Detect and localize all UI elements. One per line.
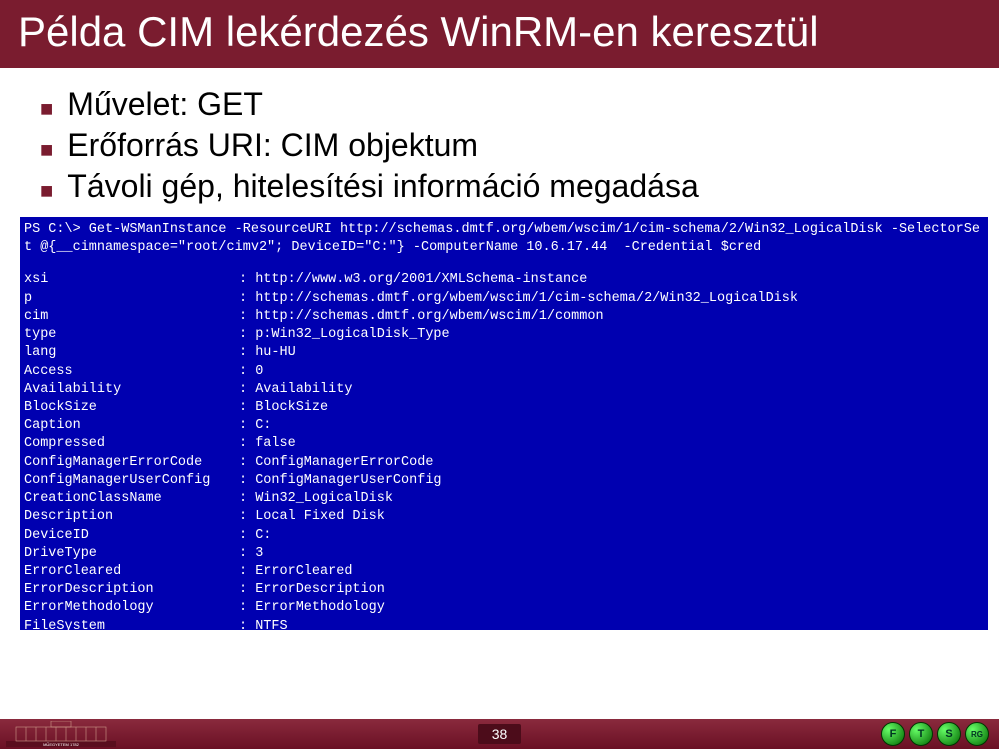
slide: Példa CIM lekérdezés WinRM-en keresztül … <box>0 0 999 749</box>
bullet-text: Távoli gép, hitelesítési információ mega… <box>67 168 698 205</box>
terminal-value: : http://schemas.dmtf.org/wbem/wscim/1/c… <box>239 308 604 326</box>
terminal-row: Access: 0 <box>24 363 984 381</box>
terminal-row: Availability: Availability <box>24 381 984 399</box>
page-number: 38 <box>478 724 522 744</box>
terminal-row: Description: Local Fixed Disk <box>24 508 984 526</box>
terminal-row: DeviceID: C: <box>24 527 984 545</box>
bullet-marker-icon: ■ <box>40 178 53 204</box>
terminal-key: ConfigManagerUserConfig <box>24 472 239 490</box>
bullet-item: ■ Távoli gép, hitelesítési információ me… <box>40 168 977 205</box>
terminal-value: : Win32_LogicalDisk <box>239 490 393 508</box>
footer-logo-t: T <box>909 722 933 746</box>
terminal-key: p <box>24 290 239 308</box>
terminal-row: cim: http://schemas.dmtf.org/wbem/wscim/… <box>24 308 984 326</box>
svg-text:MŰEGYETEM 1782: MŰEGYETEM 1782 <box>43 742 80 747</box>
terminal-key: Access <box>24 363 239 381</box>
terminal-value: : ErrorMethodology <box>239 599 385 617</box>
terminal-row: ConfigManagerErrorCode: ConfigManagerErr… <box>24 454 984 472</box>
bullet-item: ■ Művelet: GET <box>40 86 977 123</box>
terminal-key: DriveType <box>24 545 239 563</box>
bullet-marker-icon: ■ <box>40 137 53 163</box>
terminal-value: : 0 <box>239 363 263 381</box>
terminal-row: ErrorDescription: ErrorDescription <box>24 581 984 599</box>
terminal-key: ErrorCleared <box>24 563 239 581</box>
terminal-value: : ErrorCleared <box>239 563 352 581</box>
terminal-key: DeviceID <box>24 527 239 545</box>
terminal-row: lang: hu-HU <box>24 344 984 362</box>
terminal-key: Description <box>24 508 239 526</box>
terminal-key: cim <box>24 308 239 326</box>
terminal-value: : C: <box>239 417 271 435</box>
terminal-value: : ConfigManagerUserConfig <box>239 472 442 490</box>
terminal-value: : ConfigManagerErrorCode <box>239 454 433 472</box>
terminal-key: FileSystem <box>24 618 239 630</box>
slide-footer: MŰEGYETEM 1782 38 F T S RG <box>0 719 999 749</box>
footer-logo-s: S <box>937 722 961 746</box>
bullet-text: Erőforrás URI: CIM objektum <box>67 127 478 164</box>
terminal-value: : Local Fixed Disk <box>239 508 385 526</box>
terminal-rows: xsi: http://www.w3.org/2001/XMLSchema-in… <box>24 271 984 630</box>
bullet-item: ■ Erőforrás URI: CIM objektum <box>40 127 977 164</box>
terminal-output: PS C:\> Get-WSManInstance -ResourceURI h… <box>20 217 988 630</box>
university-logo: MŰEGYETEM 1782 <box>6 721 116 747</box>
bullet-text: Művelet: GET <box>67 86 263 123</box>
terminal-value: : Availability <box>239 381 352 399</box>
terminal-row: ErrorMethodology: ErrorMethodology <box>24 599 984 617</box>
terminal-value: : BlockSize <box>239 399 328 417</box>
terminal-key: BlockSize <box>24 399 239 417</box>
terminal-key: Compressed <box>24 435 239 453</box>
building-icon: MŰEGYETEM 1782 <box>6 721 116 747</box>
terminal-value: : http://www.w3.org/2001/XMLSchema-insta… <box>239 271 587 289</box>
terminal-row: ErrorCleared: ErrorCleared <box>24 563 984 581</box>
terminal-row: Caption: C: <box>24 417 984 435</box>
terminal-key: lang <box>24 344 239 362</box>
terminal-row: BlockSize: BlockSize <box>24 399 984 417</box>
footer-logo-rg: RG <box>965 722 989 746</box>
slide-body: ■ Művelet: GET ■ Erőforrás URI: CIM obje… <box>0 68 999 749</box>
terminal-value: : C: <box>239 527 271 545</box>
terminal-row: DriveType: 3 <box>24 545 984 563</box>
terminal-row: Compressed: false <box>24 435 984 453</box>
terminal-key: Caption <box>24 417 239 435</box>
footer-logo-f: F <box>881 722 905 746</box>
terminal-value: : http://schemas.dmtf.org/wbem/wscim/1/c… <box>239 290 798 308</box>
terminal-key: ErrorDescription <box>24 581 239 599</box>
footer-logos: F T S RG <box>881 722 989 746</box>
slide-title: Példa CIM lekérdezés WinRM-en keresztül <box>0 0 999 68</box>
terminal-row: CreationClassName: Win32_LogicalDisk <box>24 490 984 508</box>
terminal-row: FileSystem: NTFS <box>24 618 984 630</box>
terminal-value: : p:Win32_LogicalDisk_Type <box>239 326 450 344</box>
terminal-value: : false <box>239 435 296 453</box>
terminal-key: Availability <box>24 381 239 399</box>
terminal-key: CreationClassName <box>24 490 239 508</box>
terminal-row: xsi: http://www.w3.org/2001/XMLSchema-in… <box>24 271 984 289</box>
terminal-key: ConfigManagerErrorCode <box>24 454 239 472</box>
terminal-row: type: p:Win32_LogicalDisk_Type <box>24 326 984 344</box>
bullet-marker-icon: ■ <box>40 96 53 122</box>
terminal-value: : 3 <box>239 545 263 563</box>
terminal-value: : ErrorDescription <box>239 581 385 599</box>
terminal-value: : hu-HU <box>239 344 296 362</box>
terminal-value: : NTFS <box>239 618 288 630</box>
terminal-key: xsi <box>24 271 239 289</box>
terminal-row: ConfigManagerUserConfig: ConfigManagerUs… <box>24 472 984 490</box>
terminal-row: p: http://schemas.dmtf.org/wbem/wscim/1/… <box>24 290 984 308</box>
terminal-key: ErrorMethodology <box>24 599 239 617</box>
terminal-command: PS C:\> Get-WSManInstance -ResourceURI h… <box>24 221 984 257</box>
terminal-key: type <box>24 326 239 344</box>
